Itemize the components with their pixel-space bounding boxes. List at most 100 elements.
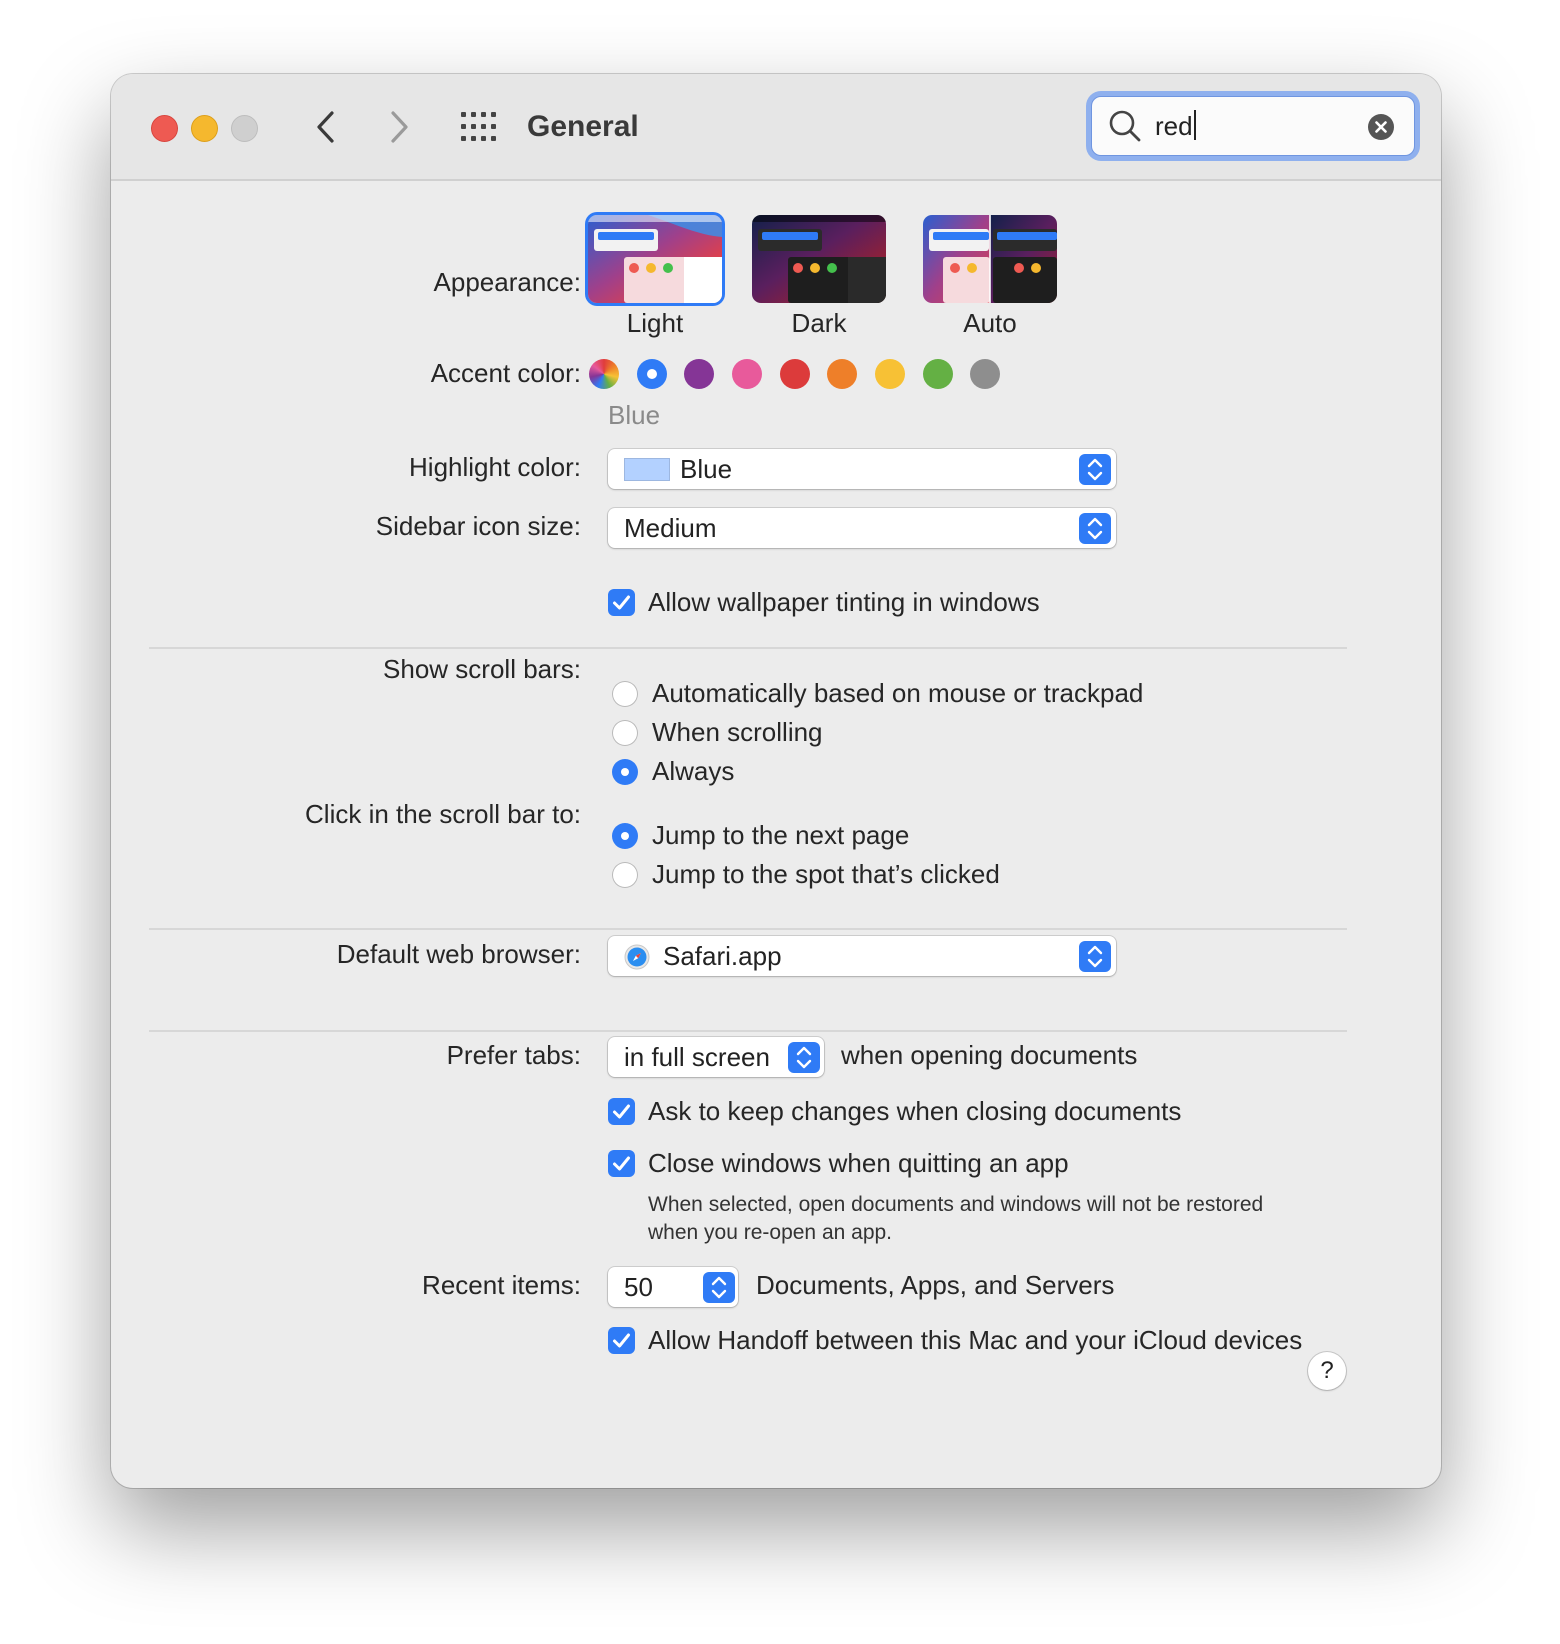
appearance-light-label: Light [626, 308, 684, 338]
checkmark-icon [613, 1333, 630, 1348]
up-down-chevron-icon [1087, 945, 1103, 968]
checkmark-icon [613, 595, 630, 610]
accent-orange-swatch[interactable] [827, 359, 857, 389]
section-divider [149, 1030, 1347, 1032]
accent-purple-swatch[interactable] [684, 359, 714, 389]
safari-icon [624, 944, 650, 970]
scroll-bars-when-scrolling-label: When scrolling [652, 717, 823, 747]
highlight-color-popup[interactable]: Blue [608, 449, 1116, 489]
grid-icon [461, 112, 496, 141]
highlight-color-value: Blue [680, 454, 733, 484]
click-jump-spot-radio[interactable] [612, 862, 638, 888]
highlight-stepper [1079, 454, 1111, 485]
appearance-light-thumbnail[interactable] [588, 215, 722, 303]
up-down-chevron-icon [711, 1276, 727, 1299]
accent-yellow-swatch[interactable] [875, 359, 905, 389]
close-windows-note-line2: when you re-open an app. [648, 1221, 893, 1244]
preferences-window: General red Appearance: Light Dark Auto … [111, 74, 1441, 1488]
accent-multicolor-swatch[interactable] [589, 359, 619, 389]
section-divider [149, 647, 1347, 649]
recent-items-value: 50 [624, 1272, 653, 1302]
close-windows-label: Close windows when quitting an app [648, 1148, 1069, 1178]
up-down-chevron-icon [796, 1046, 812, 1069]
highlight-color-label: Highlight color: [409, 452, 581, 482]
handoff-label: Allow Handoff between this Mac and your … [648, 1325, 1303, 1355]
click-jump-spot-label: Jump to the spot that’s clicked [652, 859, 1000, 889]
checkmark-icon [613, 1156, 630, 1171]
close-window-button[interactable] [151, 115, 178, 142]
section-divider [149, 928, 1347, 930]
close-windows-checkbox[interactable] [608, 1150, 635, 1177]
show-scroll-bars-label: Show scroll bars: [383, 654, 581, 684]
selected-dot-icon [647, 369, 657, 379]
chevron-right-icon [391, 111, 408, 143]
default-browser-stepper [1079, 941, 1111, 972]
sidebar-icon-size-label: Sidebar icon size: [375, 511, 581, 541]
default-browser-popup[interactable]: Safari.app [608, 936, 1116, 976]
window-title: General [527, 110, 639, 143]
scroll-bars-always-radio[interactable] [612, 759, 638, 785]
up-down-chevron-icon [1087, 458, 1103, 481]
appearance-label: Appearance: [433, 267, 581, 297]
sidebar-icon-size-stepper [1079, 513, 1111, 544]
accent-green-swatch[interactable] [923, 359, 953, 389]
handoff-checkbox[interactable] [608, 1327, 635, 1354]
text-caret [1193, 110, 1196, 140]
sidebar-icon-size-popup[interactable]: Medium [608, 508, 1116, 548]
search-icon [1109, 110, 1141, 142]
prefer-tabs-suffix: when opening documents [841, 1040, 1138, 1070]
recent-items-label: Recent items: [422, 1270, 581, 1300]
default-browser-label: Default web browser: [336, 939, 581, 969]
scroll-bars-when-scrolling-radio[interactable] [612, 720, 638, 746]
wallpaper-tinting-label: Allow wallpaper tinting in windows [648, 587, 1040, 617]
click-jump-next-page-radio[interactable] [612, 823, 638, 849]
default-browser-value: Safari.app [663, 941, 782, 971]
accent-red-swatch[interactable] [780, 359, 810, 389]
recent-items-suffix: Documents, Apps, and Servers [756, 1270, 1115, 1300]
scroll-bars-automatic-radio[interactable] [612, 681, 638, 707]
dark-mode-preview-icon [752, 215, 886, 303]
scroll-bars-automatic-label: Automatically based on mouse or trackpad [652, 678, 1144, 708]
clear-icon [1375, 121, 1387, 133]
scroll-bars-always-label: Always [652, 756, 735, 786]
zoom-window-button[interactable] [231, 115, 258, 142]
up-down-chevron-icon [1087, 517, 1103, 540]
appearance-auto-thumbnail[interactable] [923, 215, 1057, 303]
light-mode-preview-icon [588, 215, 722, 303]
clear-search-button[interactable] [1368, 114, 1394, 140]
appearance-dark-label: Dark [791, 308, 847, 338]
prefer-tabs-value: in full screen [624, 1042, 770, 1072]
prefer-tabs-popup[interactable]: in full screen [608, 1037, 824, 1077]
click-scroll-bar-label: Click in the scroll bar to: [305, 799, 581, 829]
accent-blue-swatch[interactable] [637, 359, 667, 389]
click-jump-next-page-label: Jump to the next page [652, 820, 910, 850]
ask-keep-changes-label: Ask to keep changes when closing documen… [648, 1096, 1182, 1126]
highlight-swatch [624, 458, 670, 481]
wallpaper-tinting-checkbox[interactable] [608, 589, 635, 616]
ask-keep-changes-checkbox[interactable] [608, 1098, 635, 1125]
close-windows-note-line1: When selected, open documents and window… [648, 1193, 1264, 1216]
auto-mode-preview-icon [923, 215, 1057, 303]
sidebar-icon-size-value: Medium [624, 513, 717, 543]
accent-graphite-swatch[interactable] [970, 359, 1000, 389]
accent-pink-swatch[interactable] [732, 359, 762, 389]
back-button[interactable] [306, 104, 346, 150]
appearance-auto-label: Auto [963, 308, 1017, 338]
appearance-dark-thumbnail[interactable] [752, 215, 886, 303]
search-input[interactable]: red [1155, 107, 1196, 145]
accent-selected-name: Blue [608, 400, 661, 430]
prefer-tabs-label: Prefer tabs: [446, 1040, 581, 1070]
minimize-window-button[interactable] [191, 115, 218, 142]
show-all-button[interactable] [461, 112, 497, 142]
accent-color-label: Accent color: [430, 358, 581, 388]
chevron-left-icon [317, 111, 334, 143]
help-button[interactable]: ? [1308, 1352, 1346, 1390]
prefer-tabs-stepper [788, 1042, 820, 1073]
recent-items-popup[interactable]: 50 [608, 1267, 738, 1307]
forward-button[interactable] [379, 104, 419, 150]
checkmark-icon [613, 1104, 630, 1119]
recent-items-stepper [703, 1272, 735, 1303]
search-field[interactable]: red [1091, 96, 1415, 156]
search-query: red [1155, 111, 1193, 141]
title-bar: General red [111, 74, 1441, 181]
